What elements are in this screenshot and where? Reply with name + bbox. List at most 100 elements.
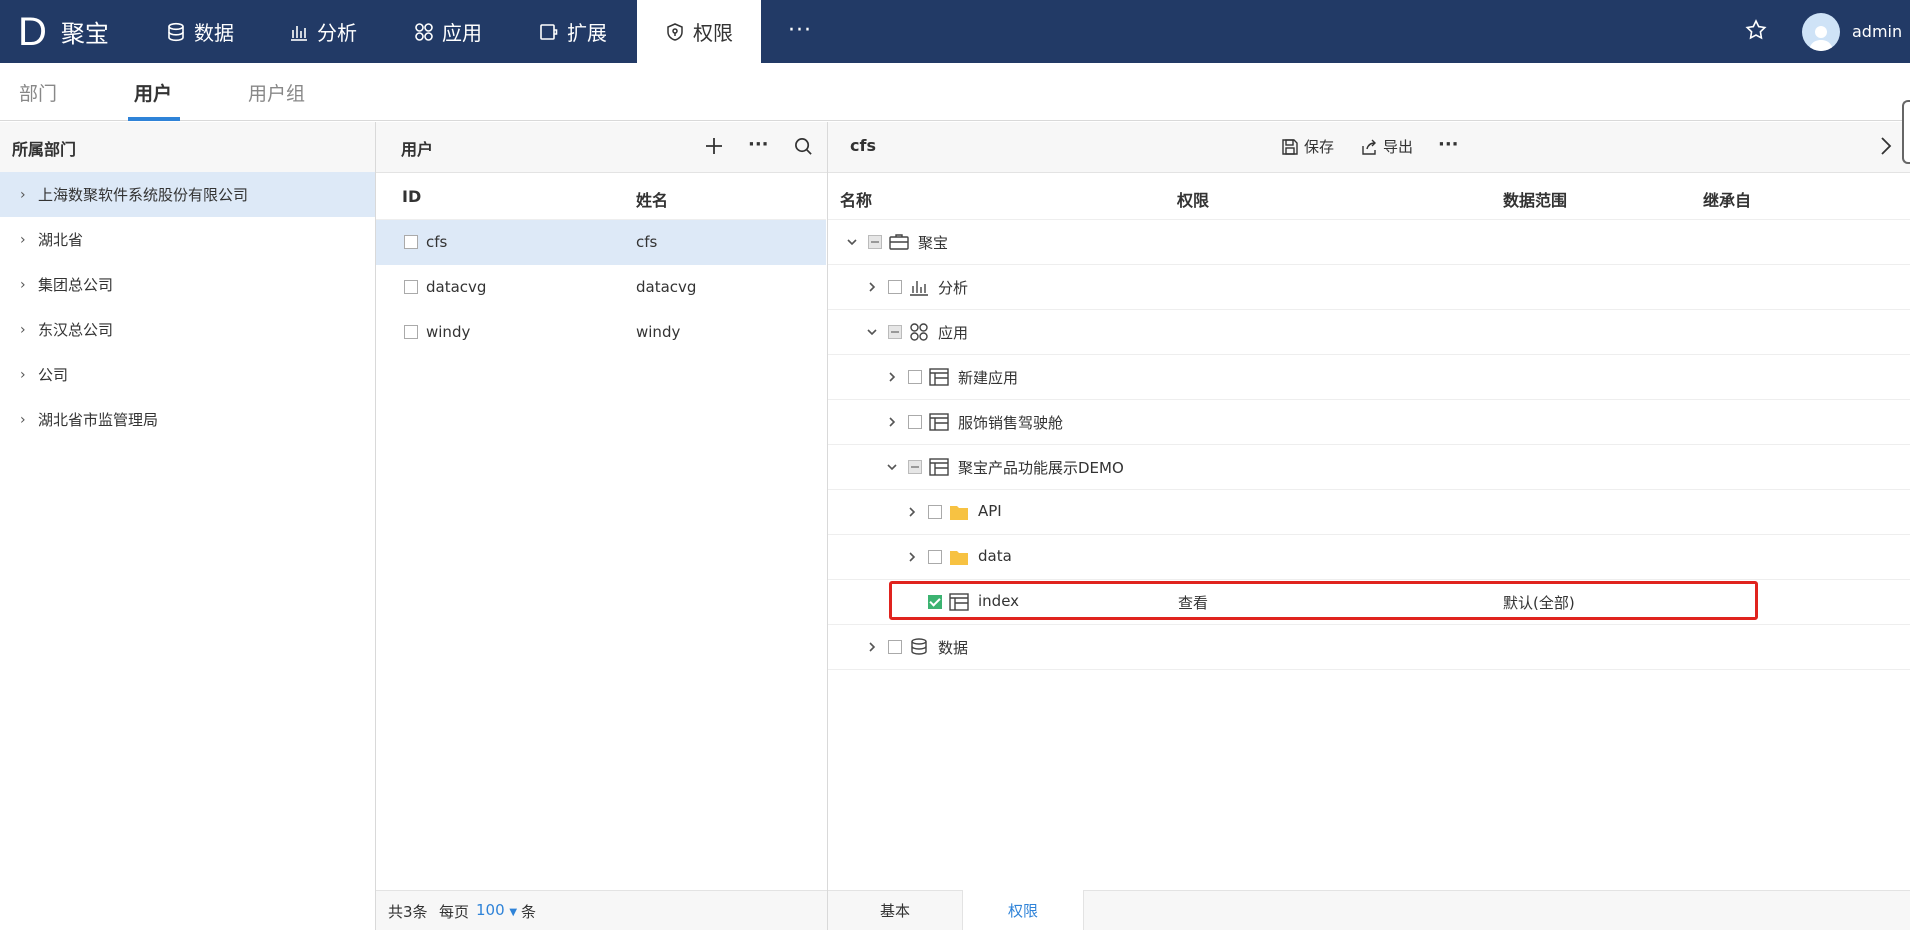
chevron-right-icon[interactable] — [866, 641, 878, 653]
dept-item[interactable]: › 湖北省市监管理局 — [0, 397, 375, 442]
chevron-right-icon[interactable]: › — [20, 277, 34, 293]
chevron-right-icon[interactable]: › — [20, 367, 34, 383]
user-id: cfs — [426, 233, 448, 251]
table-row[interactable]: windy windy — [376, 310, 826, 355]
chevron-right-icon[interactable]: › — [20, 232, 34, 248]
star-icon[interactable] — [1744, 18, 1768, 42]
column-header-permission: 权限 — [1177, 191, 1210, 210]
user-name: datacvg — [636, 278, 697, 296]
briefcase-icon — [889, 234, 909, 250]
tree-row-label: 服饰销售驾驶舱 — [958, 414, 1064, 432]
nav-more-button[interactable]: ··· — [788, 18, 812, 43]
per-page-select[interactable]: 100 ▼ — [476, 901, 517, 919]
chevron-right-icon[interactable] — [866, 281, 878, 293]
tree-row[interactable]: 聚宝产品功能展示DEMO — [828, 445, 1910, 490]
search-icon[interactable] — [794, 137, 813, 156]
row-checkbox[interactable] — [928, 550, 942, 564]
perm-table-header: 名称 权限 数据范围 继承自 — [828, 173, 1910, 220]
username[interactable]: admin — [1852, 22, 1902, 41]
row-checkbox[interactable] — [868, 235, 882, 249]
highlight-box — [889, 581, 1758, 620]
bar-chart-icon — [910, 281, 928, 296]
avatar[interactable] — [1802, 13, 1840, 51]
tree-row[interactable]: data — [828, 535, 1910, 580]
export-button-label: 导出 — [1383, 138, 1414, 156]
table-row[interactable]: datacvg datacvg — [376, 265, 826, 310]
row-checkbox[interactable] — [888, 640, 902, 654]
tab-basic[interactable]: 基本 — [828, 890, 962, 930]
nav-item-analysis[interactable]: 分析 — [289, 0, 357, 63]
per-page-label: 每页 — [439, 903, 470, 921]
nav-item-data-label: 数据 — [194, 21, 234, 45]
save-button[interactable]: 保存 — [1281, 136, 1334, 157]
row-checkbox[interactable] — [908, 460, 922, 474]
chevron-down-icon[interactable] — [866, 326, 878, 338]
nav-item-permissions[interactable]: 权限 — [637, 0, 761, 63]
brand[interactable]: D 聚宝 — [18, 0, 109, 63]
chevron-down-icon[interactable] — [886, 461, 898, 473]
tree-row[interactable]: API — [828, 490, 1910, 535]
nav-item-extension[interactable]: 扩展 — [539, 0, 607, 63]
nav-item-data[interactable]: 数据 — [166, 0, 234, 63]
nav-item-permissions-label: 权限 — [693, 21, 733, 45]
folder-icon — [950, 506, 968, 520]
folder-icon — [950, 551, 968, 565]
side-drawer-handle[interactable] — [1902, 100, 1910, 164]
dept-item[interactable]: › 集团总公司 — [0, 262, 375, 307]
user-name: windy — [636, 323, 681, 341]
tab-permission[interactable]: 权限 — [962, 890, 1084, 930]
caret-down-icon: ▼ — [509, 907, 518, 918]
nav-item-apps[interactable]: 应用 — [414, 0, 482, 63]
more-options-icon[interactable]: ··· — [1438, 134, 1459, 155]
row-checkbox[interactable] — [404, 235, 418, 249]
dept-item-label: 湖北省市监管理局 — [38, 411, 159, 429]
nav-item-apps-label: 应用 — [442, 21, 482, 45]
add-icon[interactable] — [704, 136, 724, 156]
row-checkbox[interactable] — [928, 505, 942, 519]
column-header-name: 姓名 — [636, 191, 669, 210]
database-icon — [911, 638, 927, 655]
chevron-right-icon[interactable] — [906, 551, 918, 563]
tree-row-label: 新建应用 — [958, 369, 1019, 387]
tree-row[interactable]: 新建应用 — [828, 355, 1910, 400]
chevron-right-icon[interactable] — [886, 416, 898, 428]
row-checkbox[interactable] — [908, 415, 922, 429]
tree-row[interactable]: 聚宝 — [828, 220, 1910, 265]
tree-row[interactable]: 分析 — [828, 265, 1910, 310]
perm-panel-title: cfs — [850, 136, 876, 155]
row-checkbox[interactable] — [404, 325, 418, 339]
dept-item[interactable]: › 湖北省 — [0, 217, 375, 262]
more-options-icon[interactable]: ··· — [748, 134, 769, 155]
column-header-id: ID — [402, 187, 422, 206]
row-checkbox[interactable] — [888, 325, 902, 339]
chevron-right-icon[interactable] — [1879, 136, 1893, 156]
dept-item-label: 上海数聚软件系统股份有限公司 — [38, 186, 249, 204]
chevron-right-icon[interactable] — [906, 506, 918, 518]
tree-row[interactable]: 服饰销售驾驶舱 — [828, 400, 1910, 445]
chevron-right-icon[interactable]: › — [20, 322, 34, 338]
tab-users[interactable]: 用户 — [134, 79, 172, 106]
chevron-right-icon[interactable]: › — [20, 187, 34, 203]
app-page-icon — [929, 368, 949, 386]
export-button[interactable]: 导出 — [1360, 136, 1413, 157]
chevron-right-icon[interactable] — [886, 371, 898, 383]
user-name: cfs — [636, 233, 658, 251]
dept-item[interactable]: › 上海数聚软件系统股份有限公司 — [0, 172, 375, 217]
tab-departments[interactable]: 部门 — [19, 79, 57, 106]
dept-item[interactable]: › 东汉总公司 — [0, 307, 375, 352]
tree-row-label: API — [978, 502, 1002, 520]
tree-row[interactable]: 应用 — [828, 310, 1910, 355]
nav-item-extension-label: 扩展 — [567, 21, 607, 45]
row-checkbox[interactable] — [404, 280, 418, 294]
save-icon — [1282, 138, 1298, 155]
pagination-bar: 共3条 每页 100 ▼ 条 — [376, 890, 827, 930]
tree-row-label: 分析 — [938, 279, 969, 297]
dept-item[interactable]: › 公司 — [0, 352, 375, 397]
row-checkbox[interactable] — [908, 370, 922, 384]
tree-row[interactable]: 数据 — [828, 625, 1910, 670]
table-row[interactable]: cfs cfs — [376, 220, 826, 265]
tab-user-groups[interactable]: 用户组 — [248, 79, 305, 106]
row-checkbox[interactable] — [888, 280, 902, 294]
chevron-down-icon[interactable] — [846, 236, 858, 248]
chevron-right-icon[interactable]: › — [20, 412, 34, 428]
